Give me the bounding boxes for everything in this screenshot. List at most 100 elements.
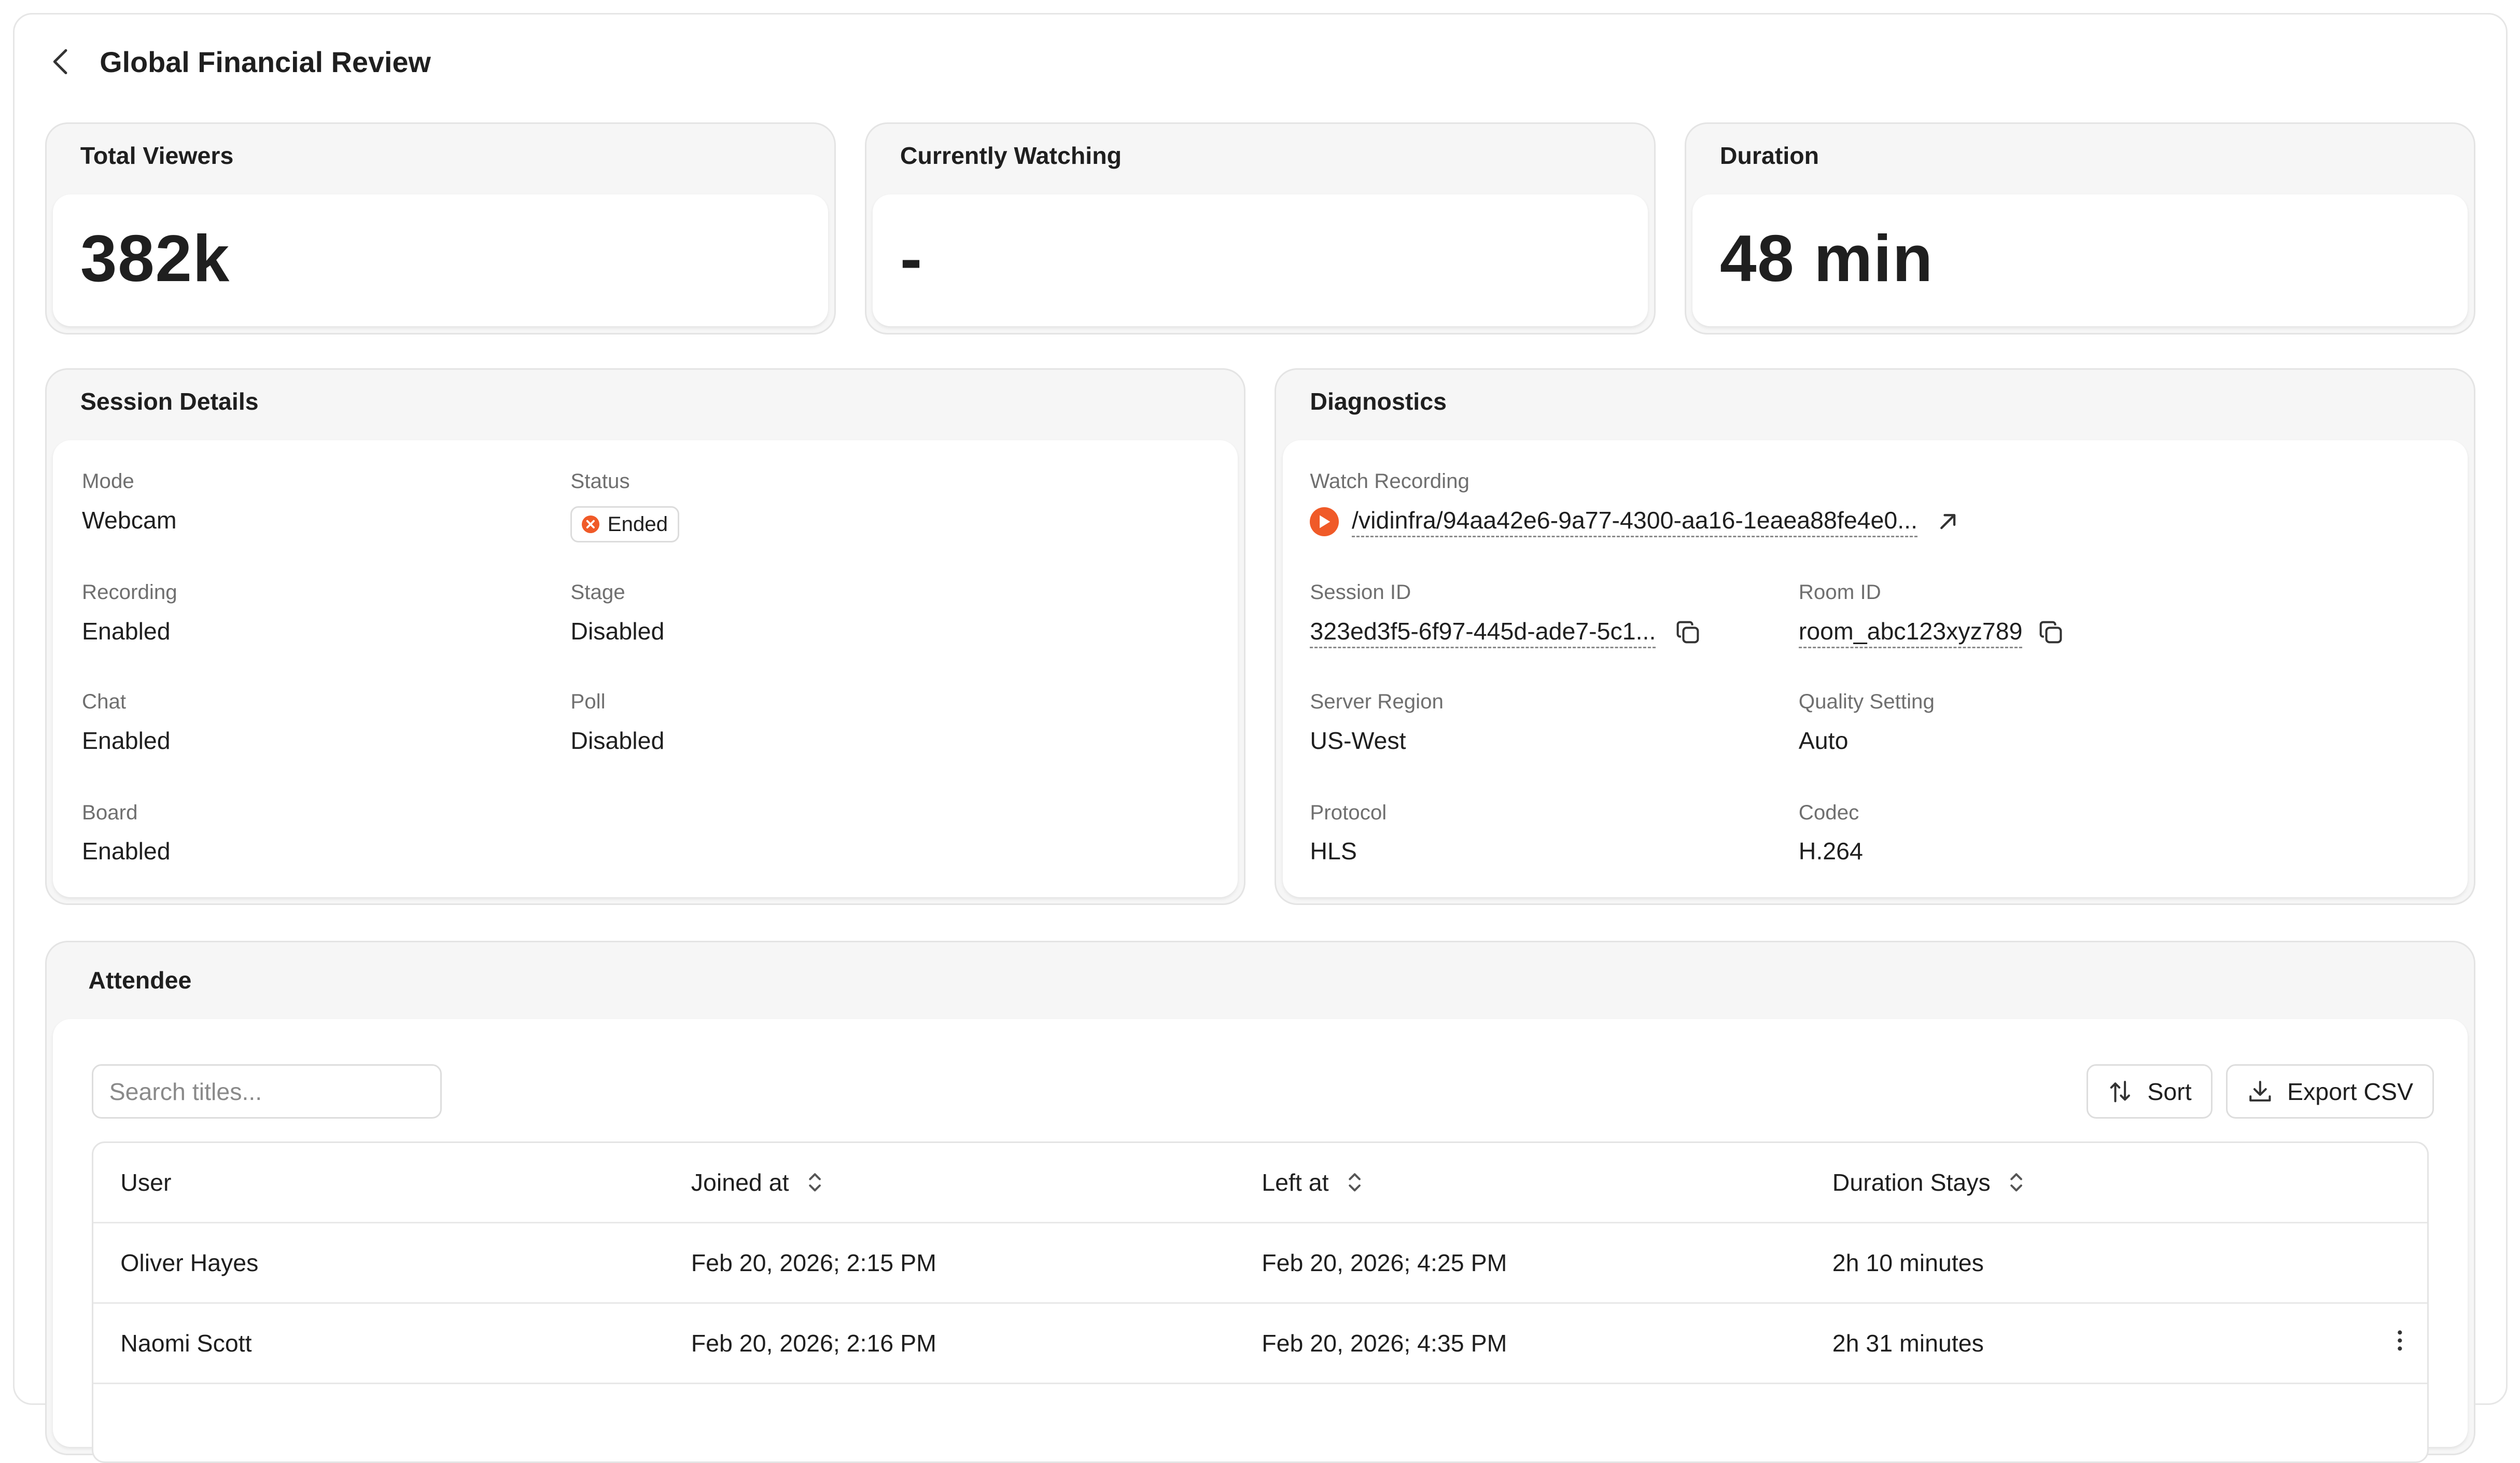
metric-label: Currently Watching — [900, 142, 1122, 169]
cell-duration: 2h 31 minutes — [1832, 1329, 1984, 1357]
cell-left-at: Feb 20, 2026; 4:25 PM — [1262, 1249, 1507, 1276]
column-header-left-at[interactable]: Left at — [1235, 1168, 1805, 1196]
copy-icon[interactable] — [1675, 620, 1701, 646]
arrows-up-down-icon — [2107, 1079, 2133, 1105]
field-label: Recording — [81, 580, 177, 604]
metric-value: - — [900, 221, 923, 295]
page-title: Global Financial Review — [100, 45, 431, 78]
field-value: H.264 — [1798, 838, 1863, 865]
field-label: Codec — [1798, 800, 1859, 824]
diagnostics-title: Diagnostics — [1310, 387, 1447, 415]
diagnostics-card: Diagnostics Watch Recording /vidinfra/94… — [1275, 368, 2475, 905]
metric-label: Duration — [1719, 142, 1819, 169]
field-label: Quality Setting — [1798, 689, 1935, 713]
field-label: Mode — [81, 469, 134, 493]
session-details-body: Mode Webcam Status Ended Recording Enabl… — [53, 440, 1238, 897]
session-id-row: 323ed3f5-6f97-445d-ade7-5c1... — [1310, 617, 1701, 648]
metric-label: Total Viewers — [80, 142, 234, 169]
room-id-row: room_abc123xyz789 — [1798, 617, 2064, 648]
export-csv-button[interactable]: Export CSV — [2226, 1064, 2434, 1119]
chevron-up-down-icon[interactable] — [1345, 1169, 1364, 1195]
metric-value: 382k — [80, 221, 230, 295]
field-watch-recording: Watch Recording /vidinfra/94aa42e6-9a77-… — [1310, 469, 1959, 537]
attendee-table: User Joined at Left at Duration Stays Ol… — [91, 1141, 2429, 1463]
field-server-region: Server Region US-West — [1310, 690, 1444, 755]
attendee-body: Sort Export CSV User Joined at — [53, 1019, 2468, 1463]
cell-user: Oliver Hayes — [120, 1249, 259, 1276]
field-label: Poll — [570, 689, 606, 713]
page-header: Global Financial Review — [45, 45, 431, 79]
column-header-duration-stays[interactable]: Duration Stays — [1805, 1168, 2427, 1196]
cell-duration: 2h 10 minutes — [1832, 1249, 1984, 1276]
table-row[interactable]: Naomi Scott Feb 20, 2026; 2:16 PM Feb 20… — [93, 1304, 2428, 1384]
field-poll: Poll Disabled — [570, 690, 664, 755]
field-status: Status Ended — [570, 469, 679, 543]
field-value: Disabled — [570, 727, 665, 754]
more-vertical-icon[interactable] — [2395, 1328, 2405, 1360]
field-label: Watch Recording — [1310, 469, 1469, 493]
recording-link[interactable]: /vidinfra/94aa42e6-9a77-4300-aa16-1eaea8… — [1351, 506, 1918, 537]
field-label: Room ID — [1798, 580, 1881, 604]
search-input[interactable] — [91, 1064, 442, 1119]
cell-joined-at: Feb 20, 2026; 2:16 PM — [691, 1329, 936, 1357]
session-details-card: Session Details Mode Webcam Status Ended… — [45, 368, 1246, 905]
chevron-up-down-icon[interactable] — [2007, 1169, 2026, 1195]
field-session-id: Session ID 323ed3f5-6f97-445d-ade7-5c1..… — [1310, 580, 1701, 648]
field-board: Board Enabled — [82, 801, 171, 866]
field-protocol: Protocol HLS — [1310, 801, 1387, 866]
column-header-label: User — [120, 1168, 172, 1196]
attendee-title: Attendee — [88, 967, 192, 994]
metric-value: 48 min — [1719, 221, 1934, 295]
field-value: Enabled — [81, 838, 171, 865]
export-csv-label: Export CSV — [2287, 1078, 2413, 1105]
table-row[interactable] — [93, 1384, 2428, 1462]
sort-button[interactable]: Sort — [2086, 1064, 2213, 1119]
field-value: Enabled — [81, 617, 171, 645]
field-label: Session ID — [1310, 580, 1411, 604]
session-id-value: 323ed3f5-6f97-445d-ade7-5c1... — [1310, 617, 1656, 648]
field-value: Auto — [1798, 727, 1849, 754]
field-label: Board — [81, 800, 138, 824]
column-header-user: User — [93, 1168, 664, 1196]
download-icon — [2247, 1079, 2273, 1105]
field-quality-setting: Quality Setting Auto — [1799, 690, 1935, 755]
diagnostics-body: Watch Recording /vidinfra/94aa42e6-9a77-… — [1282, 440, 2468, 897]
sort-button-label: Sort — [2147, 1078, 2192, 1105]
metric-body: 48 min — [1692, 194, 2468, 327]
metric-card-total-viewers: Total Viewers 382k — [45, 122, 836, 335]
cell-joined-at: Feb 20, 2026; 2:15 PM — [691, 1249, 936, 1276]
table-header-row: User Joined at Left at Duration Stays — [93, 1143, 2428, 1223]
field-chat: Chat Enabled — [82, 690, 171, 755]
column-header-joined-at[interactable]: Joined at — [664, 1168, 1235, 1196]
field-mode: Mode Webcam — [82, 469, 177, 534]
field-value: HLS — [1310, 838, 1357, 865]
field-room-id: Room ID room_abc123xyz789 — [1798, 580, 2064, 648]
field-value: Enabled — [81, 727, 171, 754]
play-icon[interactable] — [1310, 507, 1339, 536]
recording-link-row: /vidinfra/94aa42e6-9a77-4300-aa16-1eaea8… — [1310, 506, 1959, 537]
field-label: Stage — [570, 580, 625, 604]
session-details-title: Session Details — [80, 387, 259, 415]
cell-left-at: Feb 20, 2026; 4:35 PM — [1262, 1329, 1507, 1357]
arrow-up-right-icon[interactable] — [1937, 510, 1959, 533]
field-label: Protocol — [1310, 800, 1387, 824]
field-recording: Recording Enabled — [82, 580, 177, 645]
attendee-card: Attendee Sort Export CSV User Joine — [45, 940, 2475, 1463]
table-row[interactable]: Oliver Hayes Feb 20, 2026; 2:15 PM Feb 2… — [93, 1223, 2428, 1304]
column-header-label: Left at — [1262, 1168, 1329, 1196]
field-stage: Stage Disabled — [570, 580, 664, 645]
cell-user: Naomi Scott — [120, 1329, 252, 1357]
field-label: Server Region — [1310, 689, 1444, 713]
field-value: Webcam — [81, 506, 177, 534]
metric-body: - — [873, 194, 1648, 327]
chevron-up-down-icon[interactable] — [805, 1169, 824, 1195]
field-codec: Codec H.264 — [1799, 801, 1863, 866]
field-label: Chat — [81, 689, 127, 713]
copy-icon[interactable] — [2038, 620, 2064, 646]
room-id-value: room_abc123xyz789 — [1798, 617, 2023, 648]
chevron-left-icon[interactable] — [45, 46, 77, 78]
metric-card-currently-watching: Currently Watching - — [864, 122, 1656, 335]
page: Global Financial Review Total Viewers 38… — [0, 0, 2520, 1463]
status-badge: Ended — [570, 506, 679, 543]
field-label: Status — [570, 469, 630, 493]
